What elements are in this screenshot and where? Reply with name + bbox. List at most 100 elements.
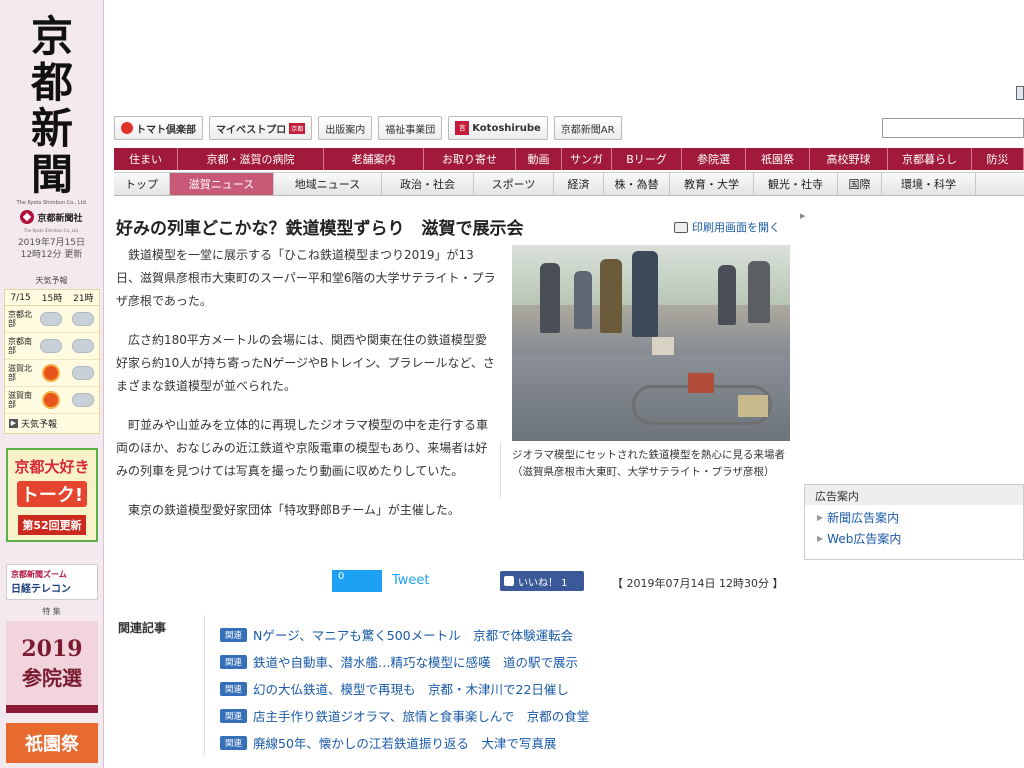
tab-education[interactable]: 教育・大学 [670,173,754,195]
tab-sports[interactable]: スポーツ [474,173,554,195]
weather-link[interactable]: ▶ 天気予報 [5,414,99,433]
nav-item-baseball[interactable]: 高校野球 [810,148,888,170]
logo-char: 京 [30,12,73,61]
list-item[interactable]: 関連 鉄道や自動車、潜水艦…精巧な模型に感嘆 道の駅で展示 [220,648,589,675]
talk-banner-title: トーク! [16,481,88,507]
election-banner[interactable]: 2019 参院選 [6,621,98,713]
nav-item-shinise[interactable]: 老舗案内 [324,148,424,170]
photo-person [632,251,658,337]
related-link[interactable]: Nゲージ、マニアも驚く500メートル 京都で体験運転会 [253,625,573,644]
logo-char: 新 [30,104,73,153]
related-list: 関連 Nゲージ、マニアも驚く500メートル 京都で体験運転会 関連 鉄道や自動車… [220,621,589,756]
column-divider [500,442,501,498]
kotoshirube-link[interactable]: 言 Kotoshirube [448,116,548,140]
weather-date: 7/15 [10,292,31,303]
nikkei-banner-title: 日経テレコン [11,584,71,595]
related-link[interactable]: 店主手作り鉄道ジオラマ、旅情と食事楽しんで 京都の食堂 [253,706,589,725]
page: 京 都 新 聞 The Kyoto Shimbun Co., Ltd. 京都新聞… [0,0,1024,768]
article-timestamp: 【 2019年07月14日 12時30分 】 [612,577,784,590]
weather-slot-15: 15時 [41,294,63,304]
tab-stocks[interactable]: 株・為替 [604,173,670,195]
nav-item-video[interactable]: 動画 [516,148,562,170]
nav-item-bleague[interactable]: Bリーグ [612,148,682,170]
tab-international[interactable]: 国際 [838,173,882,195]
related-link[interactable]: 鉄道や自動車、潜水艦…精巧な模型に感嘆 道の駅で展示 [253,652,578,671]
nav-item-housing[interactable]: 住まい [114,148,178,170]
weather-slot-21: 21時 [73,294,94,304]
corp-brand[interactable]: 京都新聞社 [0,206,103,228]
related-link[interactable]: 廃線50年、懐かしの江若鉄道振り返る 大津で写真展 [253,733,556,752]
tab-top[interactable]: トップ [114,173,170,195]
link-label: 福祉事業団 [385,124,436,136]
sun-icon [44,393,58,407]
welfare-link[interactable]: 福祉事業団 [378,116,443,140]
tab-economy[interactable]: 経済 [554,173,604,195]
photo-building [688,373,714,393]
weather-region: 滋賀南部 [8,391,32,409]
facebook-like-button[interactable]: いいね！ 1 [500,571,584,591]
publishing-link[interactable]: 出版案内 [318,116,373,140]
printer-icon [674,221,688,233]
nav-item-gion[interactable]: 祇園祭 [746,148,810,170]
thumbs-up-icon [504,576,514,586]
nav-item-hospitals[interactable]: 京都・滋賀の病院 [178,148,324,170]
related-badge: 関連 [220,708,248,723]
tab-shiga-news[interactable]: 滋賀ニュース [170,173,274,195]
print-link[interactable]: 印刷用画面を開く [674,219,780,235]
gion-festival-banner[interactable]: 祇園祭 [6,723,98,763]
nikkei-telecom-banner[interactable]: 京都新聞ズーム 日経テレコン [6,564,98,600]
tab-tourism[interactable]: 観光・社寺 [754,173,838,195]
nav-item-disaster[interactable]: 防災 [972,148,1024,170]
cloud-icon [40,339,62,353]
list-item[interactable]: 関連 店主手作り鉄道ジオラマ、旅情と食事楽しんで 京都の食堂 [220,702,589,729]
weather-widget[interactable]: 7/15 15時 21時 京都北部 京都南部 滋賀北部 滋賀南部 ▶ 天気予報 [4,289,100,434]
newspaper-ad-link[interactable]: ▶ 新聞広告案内 [805,505,1023,526]
kyoto-ar-link[interactable]: 京都新聞AR [553,116,622,140]
like-label: いいね！ 1 [518,577,568,589]
nav-item-kyoto-life[interactable]: 京都暮らし [888,148,972,170]
cloud-icon [72,312,94,326]
link-label: 出版案内 [325,124,366,136]
related-badge: 関連 [220,735,248,750]
list-item[interactable]: 関連 幻の大仏鉄道、模型で再現も 京都・木津川で22日催し [220,675,589,702]
photo-building [652,337,674,355]
list-item[interactable]: 関連 廃線50年、懐かしの江若鉄道振り返る 大津で写真展 [220,729,589,756]
primary-nav: 住まい 京都・滋賀の病院 老舗案内 お取り寄せ 動画 サンガ Bリーグ 参院選 … [114,148,1024,170]
tomato-club-link[interactable]: トマト倶楽部 [114,116,203,140]
caret-right-icon: ▶ [800,212,806,220]
article-paragraph: 広さ約180平方メートルの会場には、関西や関東在住の鉄道模型愛好家ら約10人が持… [116,333,495,393]
cloud-icon [40,312,62,326]
election-year: 2019 [21,635,83,662]
tab-regional-news[interactable]: 地域ニュース [274,173,382,195]
nav-item-sanga[interactable]: サンガ [562,148,612,170]
weather-header: 7/15 15時 21時 [5,290,99,306]
print-label: 印刷用画面を開く [692,221,780,234]
ad-link-label: 新聞広告案内 [827,511,900,525]
nav-item-election[interactable]: 参院選 [682,148,746,170]
link-label: マイベストプロ [216,124,287,136]
list-item[interactable]: 関連 Nゲージ、マニアも驚く500メートル 京都で体験運転会 [220,621,589,648]
article-photo[interactable] [512,245,790,441]
tab-environment[interactable]: 環境・科学 [882,173,976,195]
tomato-icon [121,122,133,134]
weather-row: 京都北部 [5,306,99,333]
top-link-bar: トマト倶楽部 マイベストプロ 京都 出版案内 福祉事業団 言 Kotoshiru… [114,116,622,140]
weather-region: 京都南部 [8,337,32,355]
nav-item-order[interactable]: お取り寄せ [424,148,516,170]
company-mark-icon [20,210,35,224]
search-input[interactable] [882,118,1024,138]
site-logo[interactable]: 京 都 新 聞 The Kyoto Shimbun Co., Ltd. [0,0,103,207]
election-title: 参院選 [22,665,82,690]
talk-banner-update: 第52回更新 [18,515,86,535]
related-link[interactable]: 幻の大仏鉄道、模型で再現も 京都・木津川で22日催し [253,679,569,698]
web-ad-link[interactable]: ▶ Web広告案内 [805,526,1023,547]
talk-banner[interactable]: 京都大好き トーク! 第52回更新 [6,448,98,542]
article-paragraph: 東京の鉄道模型愛好家団体「特攻野郎Bチーム」が主催した。 [128,503,460,517]
secondary-nav: トップ 滋賀ニュース 地域ニュース 政治・社会 スポーツ 経済 株・為替 教育・… [114,172,1024,196]
mybestpro-link[interactable]: マイベストプロ 京都 [209,116,313,140]
logo-english: The Kyoto Shimbun Co., Ltd. [16,200,88,206]
tweet-button[interactable]: Tweet [392,573,430,588]
related-divider [204,615,205,755]
photo-building [738,395,768,417]
tab-politics[interactable]: 政治・社会 [382,173,474,195]
